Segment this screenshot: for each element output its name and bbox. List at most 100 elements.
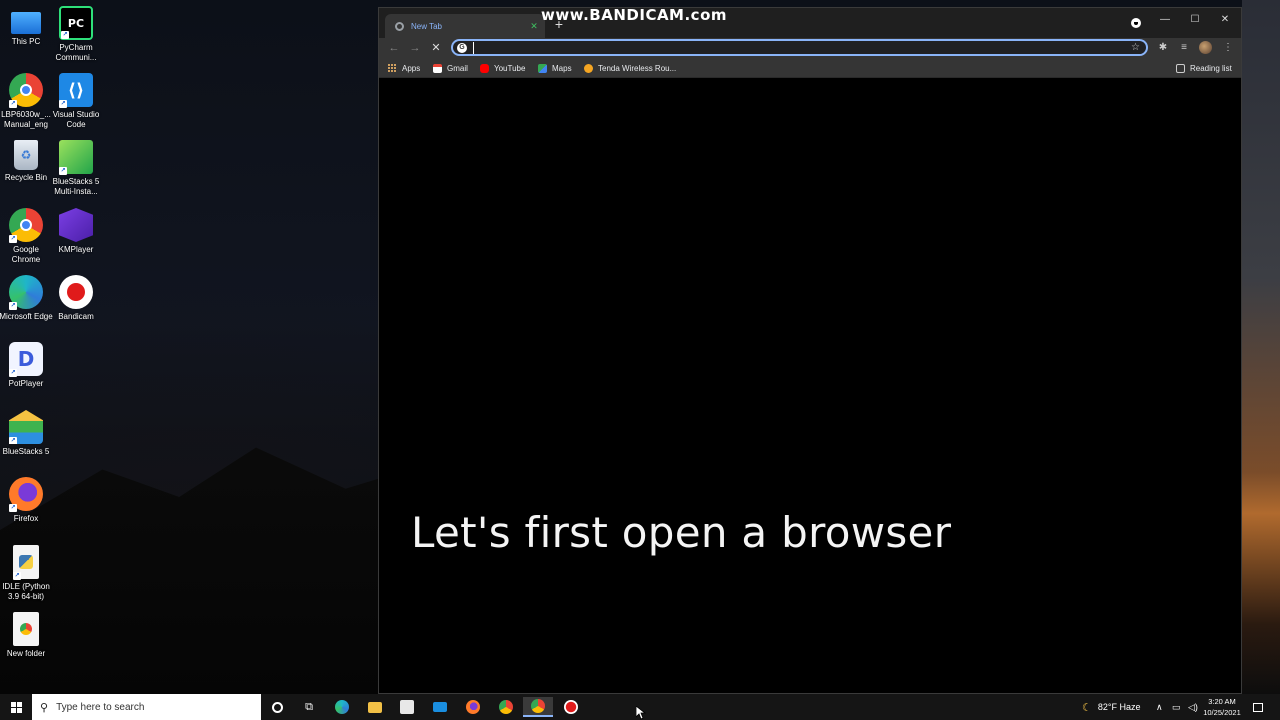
back-button[interactable]: ← <box>385 40 403 56</box>
desktop-icon-vscode[interactable]: ⟨⟩ ↗ Visual Studio Code <box>50 73 102 130</box>
network-icon: ▭ <box>1172 701 1181 712</box>
maps-icon <box>538 63 547 73</box>
forward-button[interactable]: → <box>406 40 424 56</box>
desktop-icon-bluestacks-multi[interactable]: ↗ BlueStacks 5 Multi-Insta... <box>50 140 102 197</box>
desktop-icon-bandicam[interactable]: Bandicam <box>50 275 102 322</box>
bandicam-icon <box>59 275 93 309</box>
desktop-icon-firefox[interactable]: ↗ Firefox <box>0 477 52 524</box>
taskbar-mail[interactable] <box>425 697 455 717</box>
stop-loading-button[interactable]: ✕ <box>427 40 445 56</box>
tab-title: New Tab <box>411 21 442 31</box>
desktop-icon-bluestacks[interactable]: ↗ BlueStacks 5 <box>0 410 52 457</box>
firefox-icon: ↗ <box>9 477 43 512</box>
search-placeholder: Type here to search <box>56 701 145 713</box>
desktop-icon-label: Google Chrome <box>11 245 41 264</box>
browser-window: New Tab ✕ + www.BANDICAM.com — ☐ ✕ ← → ✕… <box>378 6 1242 694</box>
chevron-up-icon: ∧ <box>1156 701 1163 712</box>
taskbar-chrome-active[interactable] <box>523 697 553 717</box>
bookmark-label: Gmail <box>447 63 468 73</box>
bookmark-youtube[interactable]: YouTube <box>480 61 525 75</box>
task-view-button[interactable]: ⧉ <box>294 697 324 717</box>
desktop-icon-microsoft-edge[interactable]: ↗ Microsoft Edge <box>0 275 53 322</box>
reading-list-label: Reading list <box>1190 63 1232 73</box>
close-window-button[interactable]: ✕ <box>1211 11 1239 29</box>
mail-icon <box>433 702 447 712</box>
desktop-icon-label: IDLE (Python 3.9 64-bit) <box>2 582 50 601</box>
search-icon: ⚲ <box>40 701 49 714</box>
taskbar-bandicam[interactable] <box>556 697 586 717</box>
moon-weather-icon: ☾ <box>1082 701 1092 714</box>
desktop-icon-google-chrome[interactable]: ↗ Google Chrome <box>0 208 52 265</box>
gmail-icon <box>433 63 442 73</box>
browser-menu-icon[interactable]: ⋮ <box>1220 40 1236 56</box>
desktop-icon-label: Recycle Bin <box>4 173 48 182</box>
tab-new-tab[interactable]: New Tab ✕ <box>385 14 545 38</box>
desktop-icon-kmplayer[interactable]: KMPlayer <box>50 208 102 255</box>
chrome-icon <box>499 700 513 714</box>
google-icon: G <box>457 42 467 53</box>
desktop-icon-pycharm[interactable]: PC ↗ PyCharm Communi... <box>50 6 102 63</box>
record-indicator-icon <box>1131 18 1141 28</box>
bookmark-label: YouTube <box>494 63 526 73</box>
taskbar-search-box[interactable]: ⚲ Type here to search <box>32 694 261 720</box>
desktop-icon-label: BlueStacks 5 Multi-Insta... <box>52 177 100 196</box>
desktop-icon-grid: This PC PC ↗ PyCharm Communi... ↗ LBP6030… <box>0 0 110 690</box>
bluestacks-icon: ↗ <box>9 410 43 444</box>
tray-overflow-button[interactable]: ∧ <box>1156 694 1163 720</box>
media-queue-icon[interactable]: ≡ <box>1176 40 1192 56</box>
bookmark-gmail[interactable]: Gmail <box>433 61 468 75</box>
minimize-button[interactable]: — <box>1151 11 1179 29</box>
bookmark-maps[interactable]: Maps <box>538 61 572 75</box>
taskbar-store[interactable] <box>392 697 422 717</box>
windows-logo-icon <box>10 701 22 713</box>
bookmark-label: Tenda Wireless Rou... <box>598 63 677 73</box>
taskbar-chrome[interactable] <box>491 697 521 717</box>
desktop-icon-idle-python[interactable]: ↗ IDLE (Python 3.9 64-bit) <box>0 545 52 602</box>
bookmark-tenda[interactable]: Tenda Wireless Rou... <box>584 61 676 75</box>
task-view-icon: ⧉ <box>305 700 313 713</box>
cortana-button[interactable] <box>262 697 292 717</box>
vscode-icon: ⟨⟩ ↗ <box>59 73 93 108</box>
bookmark-label: Maps <box>552 63 572 73</box>
apps-grid-icon <box>388 63 397 73</box>
taskbar-edge[interactable] <box>327 697 357 717</box>
desktop-icon-this-pc[interactable]: This PC <box>0 6 52 47</box>
desktop-icon-label: LBP6030w_... Manual_eng <box>1 110 51 129</box>
weather-widget[interactable]: ☾ 82°F Haze <box>1082 694 1141 720</box>
action-center-button[interactable] <box>1253 694 1263 720</box>
start-button[interactable] <box>0 694 32 720</box>
extensions-puzzle-icon[interactable]: ✱ <box>1155 40 1171 56</box>
taskbar-firefox[interactable] <box>458 697 488 717</box>
taskbar-file-explorer[interactable] <box>360 697 390 717</box>
idle-python-icon: ↗ <box>13 545 39 580</box>
bookmarks-bar: Apps Gmail YouTube Maps Tenda Wireless R… <box>379 58 1241 78</box>
bookmark-star-icon[interactable]: ☆ <box>1131 42 1140 53</box>
desktop-icon-label: Microsoft Edge <box>0 312 53 321</box>
tutorial-caption: Let's first open a browser <box>411 508 952 557</box>
bookmark-label: Apps <box>402 63 421 73</box>
desktop-icon-label: BlueStacks 5 <box>2 447 50 456</box>
potplayer-icon: D ↗ <box>9 342 43 377</box>
folder-icon <box>368 701 382 713</box>
bookmark-apps[interactable]: Apps <box>388 61 420 75</box>
tray-network[interactable]: ▭ <box>1172 694 1181 720</box>
desktop-icon-label: Firefox <box>13 514 39 523</box>
reading-list-button[interactable]: Reading list <box>1176 61 1232 75</box>
maximize-button[interactable]: ☐ <box>1181 11 1209 29</box>
desktop-icon-label: Visual Studio Code <box>52 110 100 129</box>
desktop-icon-lbp-manual[interactable]: ↗ LBP6030w_... Manual_eng <box>0 73 52 130</box>
loading-favicon-icon <box>395 21 404 31</box>
taskbar-clock[interactable]: 3:20 AM 10/25/2021 <box>1197 696 1247 718</box>
tab-close-button[interactable]: ✕ <box>527 21 541 32</box>
desktop-icon-label: Bandicam <box>58 312 94 321</box>
desktop-icon-new-folder[interactable]: New folder <box>0 612 52 659</box>
edge-icon <box>335 700 349 714</box>
desktop-icon-potplayer[interactable]: D ↗ PotPlayer <box>0 342 52 389</box>
pycharm-icon: PC ↗ <box>59 6 93 40</box>
desktop-icon-recycle-bin[interactable]: ♻ Recycle Bin <box>0 140 52 183</box>
edge-icon: ↗ <box>9 275 43 310</box>
notification-icon <box>1253 702 1263 712</box>
address-bar[interactable]: G ☆ <box>451 39 1148 56</box>
address-input[interactable] <box>473 41 1132 54</box>
profile-avatar[interactable] <box>1199 41 1212 54</box>
